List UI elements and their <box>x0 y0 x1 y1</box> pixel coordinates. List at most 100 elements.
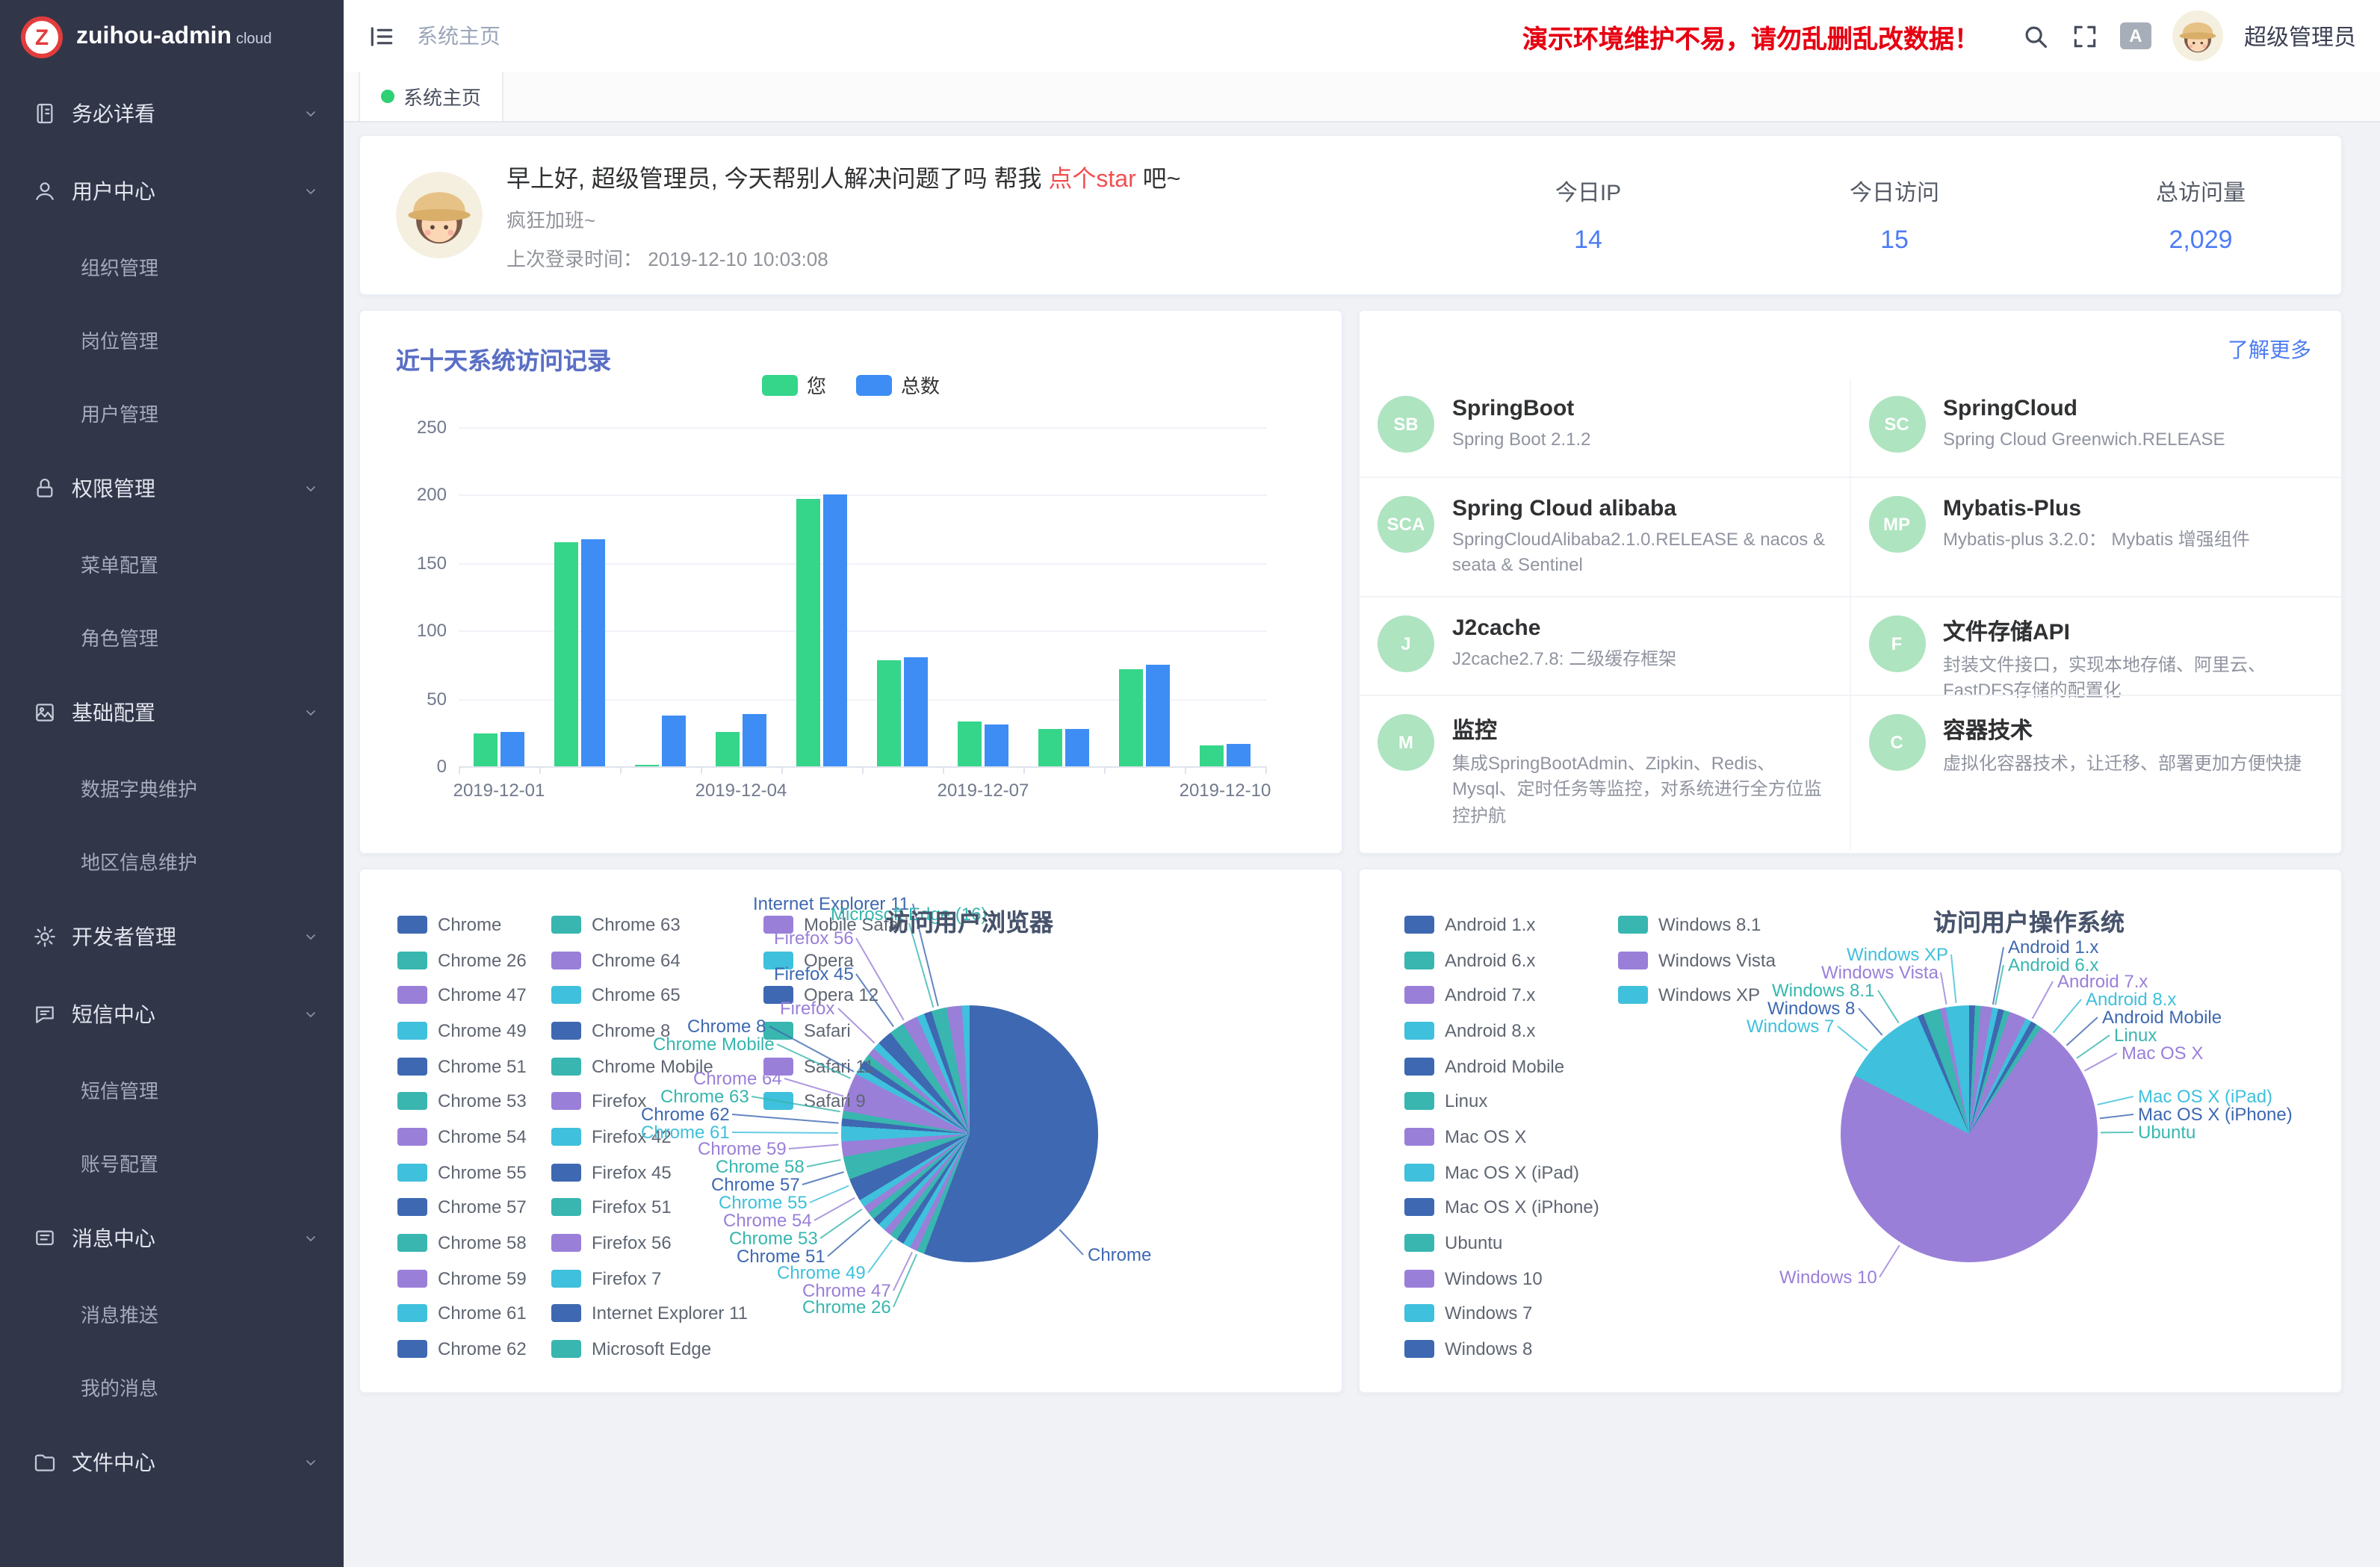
sidebar-item-role-mgmt[interactable]: 角色管理 <box>0 601 344 674</box>
legend-label: Android 6.x <box>1445 949 1535 970</box>
legend-item-chrome-57[interactable]: Chrome 57 <box>397 1190 527 1225</box>
legend-chip <box>551 916 581 934</box>
legend-item-windows-8-1[interactable]: Windows 8.1 <box>1618 907 1776 942</box>
legend-item-mac-os-x[interactable]: Mac OS X <box>1404 1119 1599 1154</box>
viewport: Z zuihou-admincloud 务必详看用户中心组织管理岗位管理用户管理… <box>0 0 2380 1567</box>
legend-item-windows-8[interactable]: Windows 8 <box>1404 1332 1599 1367</box>
legend-item-chrome-59[interactable]: Chrome 59 <box>397 1261 527 1296</box>
gear-icon <box>33 925 57 949</box>
stat-value: 14 <box>1506 225 1670 255</box>
legend-item-internet-explorer-11[interactable]: Internet Explorer 11 <box>551 1296 748 1331</box>
legend-item-chrome[interactable]: Chrome <box>397 907 527 942</box>
pie-callout-mac-os-x: Mac OS X <box>2122 1044 2203 1062</box>
legend-item-chrome-63[interactable]: Chrome 63 <box>551 907 748 942</box>
y-axis-label: 250 <box>387 417 447 438</box>
legend-chip <box>1404 1234 1434 1252</box>
legend-item-chrome-58[interactable]: Chrome 58 <box>397 1225 527 1260</box>
legend-item-chrome-55[interactable]: Chrome 55 <box>397 1155 527 1190</box>
bar--2019-12-10 <box>1227 745 1251 766</box>
search-icon[interactable] <box>2021 22 2050 50</box>
learn-more-link[interactable]: 了解更多 <box>2228 335 2311 364</box>
fullscreen-icon[interactable] <box>2071 22 2099 50</box>
legend-item-chrome-26[interactable]: Chrome 26 <box>397 942 527 977</box>
sidebar-item-post-mgmt[interactable]: 岗位管理 <box>0 303 344 376</box>
sidebar-item-sms-mgmt[interactable]: 短信管理 <box>0 1053 344 1126</box>
legend-item-[interactable]: 总数 <box>856 370 940 399</box>
legend-item-chrome-64[interactable]: Chrome 64 <box>551 942 748 977</box>
breadcrumb[interactable]: 系统主页 <box>417 21 501 51</box>
sidebar-item-perm-mgmt[interactable]: 权限管理 <box>0 450 344 527</box>
legend-item-chrome-49[interactable]: Chrome 49 <box>397 1013 527 1048</box>
sidebar-item-account-config[interactable]: 账号配置 <box>0 1126 344 1200</box>
pie-callout-chrome-49: Chrome 49 <box>777 1264 866 1282</box>
legend-item-windows-xp[interactable]: Windows XP <box>1618 978 1776 1013</box>
main-area: 系统主页 演示环境维护不易，请勿乱删乱改数据！ A 超级管理员 系统主页 <box>344 0 2380 1567</box>
collapse-menu-icon[interactable] <box>368 22 396 50</box>
sidebar-item-dev-mgmt[interactable]: 开发者管理 <box>0 898 344 975</box>
legend-label: Chrome 47 <box>438 984 527 1005</box>
star-link[interactable]: 点个star <box>1048 167 1135 193</box>
sidebar-item-msg-center[interactable]: 消息中心 <box>0 1200 344 1277</box>
legend-item-chrome-61[interactable]: Chrome 61 <box>397 1296 527 1331</box>
feature-badge: SB <box>1378 396 1434 453</box>
stat-: 今日访问15 <box>1812 176 1977 255</box>
legend-item-chrome-65[interactable]: Chrome 65 <box>551 978 748 1013</box>
visit-chart-card: 近十天系统访问记录 您总数 0501001502002502019-12-012… <box>359 309 1343 854</box>
sidebar-item-msg-push[interactable]: 消息推送 <box>0 1277 344 1350</box>
feature-mybatis-plus: MPMybatis-PlusMybatis-plus 3.2.0： Mybati… <box>1850 477 2341 596</box>
bar--2019-12-01 <box>474 733 498 766</box>
chevron-down-icon <box>302 480 320 497</box>
sidebar-item-menu-config[interactable]: 菜单配置 <box>0 527 344 601</box>
legend-item-windows-10[interactable]: Windows 10 <box>1404 1261 1599 1296</box>
sidebar-item-area-maintain[interactable]: 地区信息维护 <box>0 825 344 898</box>
sidebar-item-org-mgmt[interactable]: 组织管理 <box>0 230 344 303</box>
user-avatar[interactable] <box>2172 10 2223 61</box>
legend-item-chrome-53[interactable]: Chrome 53 <box>397 1084 527 1119</box>
font-size-icon[interactable]: A <box>2120 22 2151 49</box>
legend-item-mac-os-x-ipad[interactable]: Mac OS X (iPad) <box>1404 1155 1599 1190</box>
sidebar-item-user-center[interactable]: 用户中心 <box>0 152 344 230</box>
legend-item-chrome-51[interactable]: Chrome 51 <box>397 1049 527 1084</box>
legend-item-safari-11[interactable]: Safari 11 <box>763 1049 908 1084</box>
sidebar-item-dict-maintain[interactable]: 数据字典维护 <box>0 751 344 825</box>
x-axis-tick <box>459 766 460 774</box>
sidebar-item-must-read[interactable]: 务必详看 <box>0 75 344 152</box>
tab-home[interactable]: 系统主页 <box>359 72 503 121</box>
legend-item-android-mobile[interactable]: Android Mobile <box>1404 1049 1599 1084</box>
legend-item-windows-7[interactable]: Windows 7 <box>1404 1296 1599 1331</box>
legend-item-chrome-54[interactable]: Chrome 54 <box>397 1119 527 1154</box>
chevron-down-icon <box>302 1453 320 1471</box>
x-axis-tick <box>1023 766 1025 774</box>
sidebar-item-my-msg[interactable]: 我的消息 <box>0 1350 344 1424</box>
greeting-avatar <box>396 172 483 258</box>
legend-item-android-6-x[interactable]: Android 6.x <box>1404 942 1599 977</box>
legend-item-android-8-x[interactable]: Android 8.x <box>1404 1013 1599 1048</box>
legend-item-firefox-56[interactable]: Firefox 56 <box>551 1225 748 1260</box>
legend-item-android-1-x[interactable]: Android 1.x <box>1404 907 1599 942</box>
legend-item-safari-9[interactable]: Safari 9 <box>763 1084 908 1119</box>
legend-item-windows-vista[interactable]: Windows Vista <box>1618 942 1776 977</box>
sidebar-item-user-mgmt[interactable]: 用户管理 <box>0 376 344 450</box>
x-axis-tick <box>943 766 944 774</box>
sidebar-item-sms-center[interactable]: 短信中心 <box>0 975 344 1053</box>
legend-item-firefox-7[interactable]: Firefox 7 <box>551 1261 748 1296</box>
legend-item-linux[interactable]: Linux <box>1404 1084 1599 1119</box>
user-icon <box>33 179 57 203</box>
greeting-info: 早上好, 超级管理员, 今天帮别人解决问题了吗 帮我 点个star 吧~ 疯狂加… <box>506 158 1180 272</box>
sidebar-item-file-center[interactable]: 文件中心 <box>0 1424 344 1501</box>
chevron-down-icon <box>302 105 320 122</box>
bar--2019-12-07 <box>958 722 982 766</box>
legend-label: Android 7.x <box>1445 984 1535 1005</box>
legend-label: Chrome 53 <box>438 1091 527 1112</box>
legend-item-[interactable]: 您 <box>762 370 826 399</box>
legend-item-mac-os-x-iphone[interactable]: Mac OS X (iPhone) <box>1404 1190 1599 1225</box>
legend-item-chrome-62[interactable]: Chrome 62 <box>397 1332 527 1367</box>
legend-item-ubuntu[interactable]: Ubuntu <box>1404 1225 1599 1260</box>
username[interactable]: 超级管理员 <box>2244 20 2356 52</box>
sidebar-item-label: 用户管理 <box>81 399 158 427</box>
legend-item-android-7-x[interactable]: Android 7.x <box>1404 978 1599 1013</box>
legend-item-chrome-47[interactable]: Chrome 47 <box>397 978 527 1013</box>
legend-chip <box>856 374 892 395</box>
sidebar-item-base-config[interactable]: 基础配置 <box>0 674 344 751</box>
legend-item-microsoft-edge[interactable]: Microsoft Edge <box>551 1332 748 1367</box>
